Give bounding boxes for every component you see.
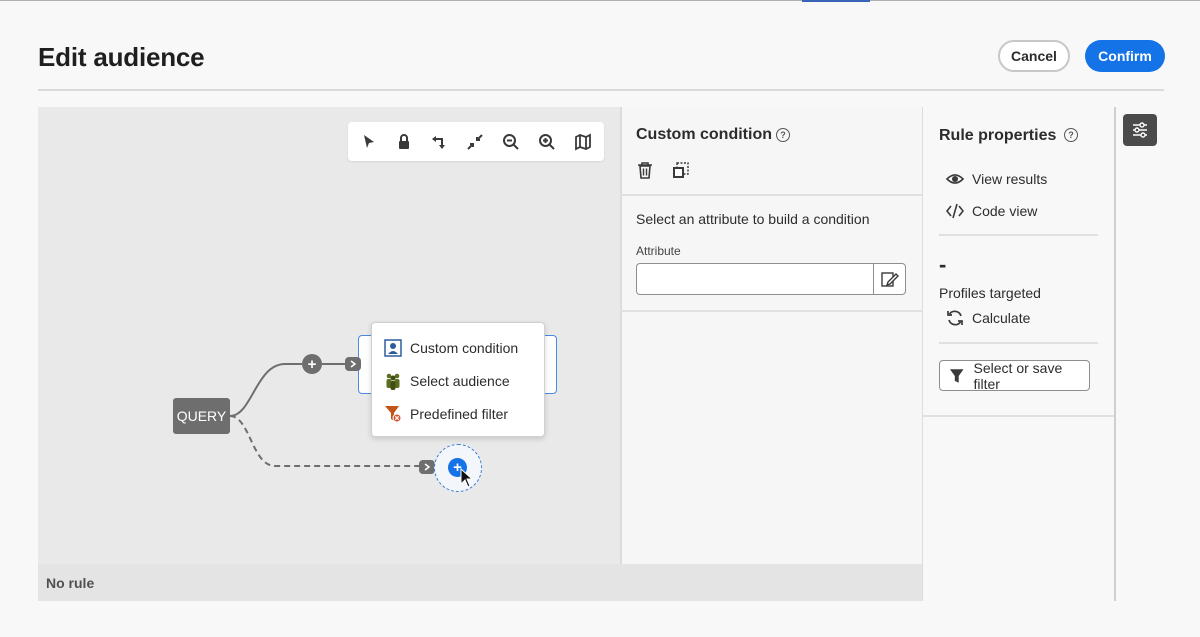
- view-results-button[interactable]: View results: [946, 170, 1047, 188]
- view-results-label: View results: [972, 171, 1048, 187]
- duplicate-icon[interactable]: [672, 162, 689, 179]
- sliders-icon: [1133, 122, 1147, 138]
- divider: [620, 310, 922, 312]
- audience-icon: [386, 373, 400, 390]
- menu-item-predefined-filter[interactable]: Predefined filter: [384, 405, 508, 423]
- status-text: No rule: [46, 575, 95, 591]
- chevron-right-icon: [345, 357, 361, 371]
- query-node[interactable]: QUERY: [173, 398, 230, 434]
- help-icon[interactable]: ?: [1064, 128, 1078, 142]
- menu-item-select-audience[interactable]: Select audience: [384, 372, 510, 390]
- attribute-label: Attribute: [636, 244, 681, 258]
- menu-item-label: Custom condition: [410, 340, 519, 356]
- status-bar: No rule: [38, 564, 922, 601]
- rotate-icon[interactable]: [428, 131, 450, 153]
- zoom-in-icon[interactable]: [536, 131, 558, 153]
- pointer-icon[interactable]: [358, 131, 380, 153]
- filter-button-label: Select or save filter: [973, 359, 1063, 392]
- menu-item-custom-condition[interactable]: Custom condition: [384, 339, 518, 357]
- collapse-icon[interactable]: [464, 131, 486, 153]
- map-icon[interactable]: [572, 131, 594, 153]
- calculate-button[interactable]: Calculate: [946, 309, 1030, 327]
- right-rail-divider: [1114, 107, 1116, 601]
- canvas-toolbar: [348, 122, 604, 161]
- divider: [939, 342, 1098, 344]
- custom-condition-icon: [384, 339, 402, 357]
- cursor-icon: [460, 468, 474, 488]
- attribute-input[interactable]: [636, 263, 874, 295]
- add-node-icon[interactable]: +: [302, 354, 322, 374]
- delete-icon[interactable]: [637, 162, 653, 179]
- code-view-button[interactable]: Code view: [946, 202, 1037, 220]
- rule-properties-title: Rule properties: [939, 127, 1057, 144]
- profiles-targeted-value: -: [939, 252, 947, 277]
- eye-icon: [946, 174, 964, 184]
- edit-icon: [880, 272, 899, 287]
- code-icon: [946, 203, 964, 219]
- help-icon[interactable]: ?: [776, 128, 790, 142]
- zoom-out-icon[interactable]: [500, 131, 522, 153]
- filter-icon: [949, 368, 964, 383]
- custom-condition-panel: [620, 107, 922, 564]
- menu-item-label: Select audience: [410, 373, 510, 389]
- chevron-right-icon: [419, 460, 435, 474]
- refresh-icon: [947, 310, 963, 326]
- lock-icon[interactable]: [393, 131, 415, 153]
- instruction-text: Select an attribute to build a condition: [636, 211, 870, 227]
- divider: [620, 194, 922, 196]
- attribute-picker-button[interactable]: [873, 263, 906, 295]
- calculate-label: Calculate: [972, 310, 1031, 326]
- custom-condition-title: Custom condition: [636, 126, 772, 143]
- profiles-targeted-label: Profiles targeted: [939, 285, 1041, 301]
- select-or-save-filter-button[interactable]: Select or save filter: [939, 359, 1090, 392]
- predefined-filter-icon: [385, 406, 402, 423]
- menu-item-label: Predefined filter: [410, 406, 509, 422]
- add-node-menu: Custom condition Select audience Predefi…: [371, 322, 545, 437]
- properties-toggle-button[interactable]: [1123, 114, 1157, 146]
- divider: [922, 415, 1114, 417]
- code-view-label: Code view: [972, 203, 1038, 219]
- divider: [939, 234, 1098, 236]
